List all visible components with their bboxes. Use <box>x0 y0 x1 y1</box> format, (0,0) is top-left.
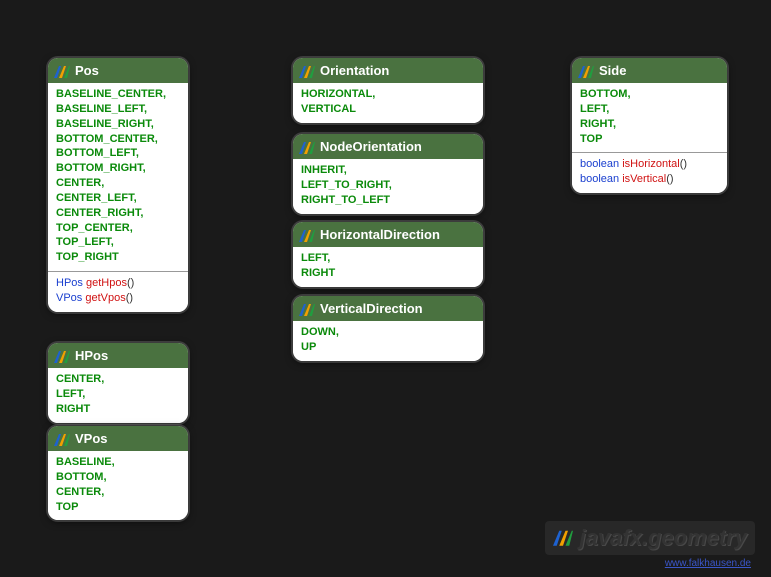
class-name: Side <box>599 63 626 78</box>
class-name: VPos <box>75 431 108 446</box>
class-header: HorizontalDirection <box>293 222 483 247</box>
enum-values: CENTER, LEFT, RIGHT <box>48 368 188 423</box>
enum-icon <box>299 64 315 78</box>
method: boolean isHorizontal() <box>580 157 719 172</box>
class-header: VPos <box>48 426 188 451</box>
enum-icon <box>299 302 315 316</box>
class-box-side: Side BOTTOM, LEFT, RIGHT, TOP boolean is… <box>572 58 727 193</box>
enum-values: BOTTOM, LEFT, RIGHT, TOP <box>572 83 727 152</box>
method: HPos getHpos() <box>56 276 180 291</box>
class-box-orientation: Orientation HORIZONTAL, VERTICAL <box>293 58 483 123</box>
enum-icon <box>553 528 573 549</box>
class-box-horizontaldirection: HorizontalDirection LEFT, RIGHT <box>293 222 483 287</box>
class-box-hpos: HPos CENTER, LEFT, RIGHT <box>48 343 188 423</box>
enum-values: HORIZONTAL, VERTICAL <box>293 83 483 123</box>
class-header: Pos <box>48 58 188 83</box>
class-box-verticaldirection: VerticalDirection DOWN, UP <box>293 296 483 361</box>
enum-icon <box>299 228 315 242</box>
enum-values: INHERIT, LEFT_TO_RIGHT, RIGHT_TO_LEFT <box>293 159 483 214</box>
class-name: HPos <box>75 348 108 363</box>
enum-values: LEFT, RIGHT <box>293 247 483 287</box>
class-box-nodeorientation: NodeOrientation INHERIT, LEFT_TO_RIGHT, … <box>293 134 483 214</box>
package-title: javafx.geometry <box>553 525 747 551</box>
credit-link[interactable]: www.falkhausen.de <box>665 558 751 569</box>
enum-icon <box>54 349 70 363</box>
package-title-text: javafx.geometry <box>579 525 747 551</box>
method: boolean isVertical() <box>580 172 719 187</box>
class-header: Orientation <box>293 58 483 83</box>
methods: HPos getHpos() VPos getVpos() <box>48 271 188 312</box>
class-box-vpos: VPos BASELINE, BOTTOM, CENTER, TOP <box>48 426 188 520</box>
enum-icon <box>578 64 594 78</box>
class-box-pos: Pos BASELINE_CENTER, BASELINE_LEFT, BASE… <box>48 58 188 312</box>
enum-icon <box>54 432 70 446</box>
enum-icon <box>54 64 70 78</box>
class-header: HPos <box>48 343 188 368</box>
methods: boolean isHorizontal() boolean isVertica… <box>572 152 727 193</box>
diagram-canvas: Pos BASELINE_CENTER, BASELINE_LEFT, BASE… <box>0 0 771 577</box>
class-name: VerticalDirection <box>320 301 423 316</box>
class-name: Pos <box>75 63 99 78</box>
enum-values: BASELINE_CENTER, BASELINE_LEFT, BASELINE… <box>48 83 188 271</box>
class-name: NodeOrientation <box>320 139 422 154</box>
enum-values: BASELINE, BOTTOM, CENTER, TOP <box>48 451 188 520</box>
enum-values: DOWN, UP <box>293 321 483 361</box>
class-header: Side <box>572 58 727 83</box>
class-header: VerticalDirection <box>293 296 483 321</box>
class-name: HorizontalDirection <box>320 227 440 242</box>
class-name: Orientation <box>320 63 389 78</box>
enum-icon <box>299 140 315 154</box>
method: VPos getVpos() <box>56 291 180 306</box>
class-header: NodeOrientation <box>293 134 483 159</box>
